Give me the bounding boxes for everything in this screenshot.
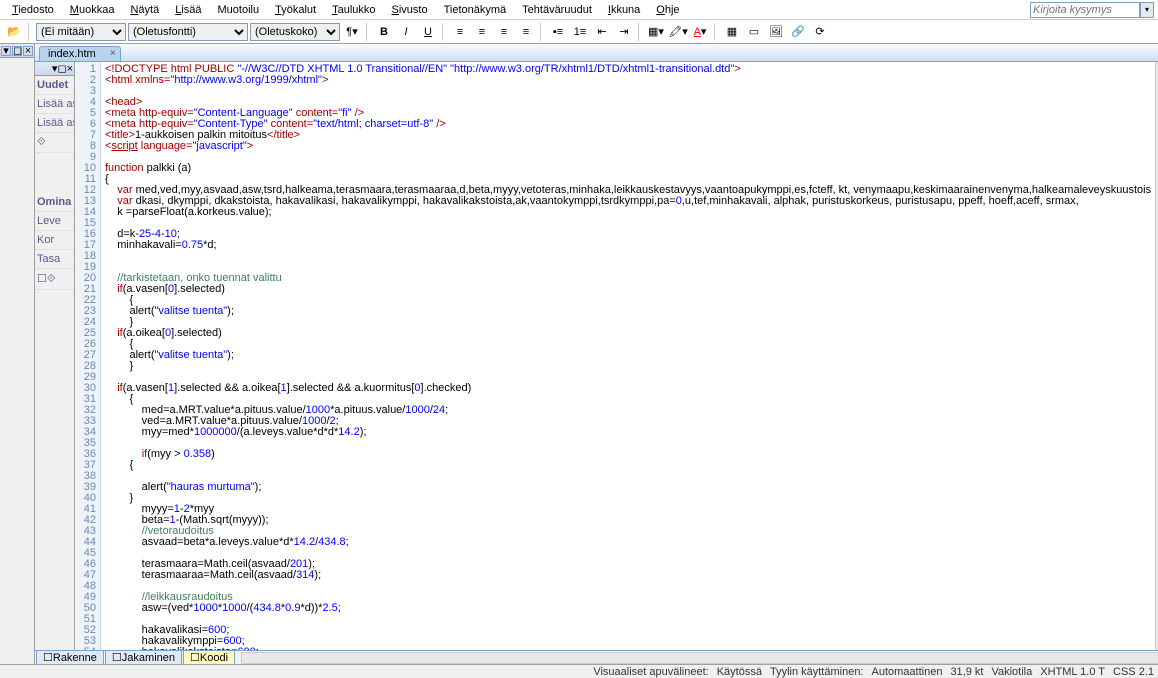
italic-icon[interactable]: I: [396, 22, 416, 42]
insert-layer-icon[interactable]: ▭: [744, 22, 764, 42]
bold-icon[interactable]: B: [374, 22, 394, 42]
borders-icon[interactable]: ▦▾: [646, 22, 666, 42]
indent-icon[interactable]: ⇥: [614, 22, 634, 42]
horizontal-scrollbar[interactable]: [241, 652, 1158, 664]
menu-tehtäväruudut[interactable]: Tehtäväruudut: [514, 2, 600, 18]
toolbox-newest-header: Uudet: [35, 76, 74, 95]
menu-tiedosto[interactable]: Tiedosto: [4, 2, 62, 18]
view-tab-split[interactable]: ☐Jakaminen: [105, 650, 182, 664]
status-css-version[interactable]: CSS 2.1: [1113, 666, 1154, 678]
align-center-icon[interactable]: ≡: [472, 22, 492, 42]
insert-table-icon[interactable]: ▦: [722, 22, 742, 42]
code-content[interactable]: <!DOCTYPE html PUBLIC "-//W3C//DTD XHTML…: [101, 62, 1155, 650]
help-search-dropdown[interactable]: ▾: [1140, 2, 1154, 18]
menu-lisää[interactable]: Lisää: [167, 2, 209, 18]
numbering-icon[interactable]: 1≡: [570, 22, 590, 42]
font-color-icon[interactable]: A▾: [690, 22, 710, 42]
highlight-icon[interactable]: 🖍▾: [668, 22, 688, 42]
align-left-icon[interactable]: ≡: [450, 22, 470, 42]
menu-taulukko[interactable]: Taulukko: [324, 2, 383, 18]
menu-muotoilu[interactable]: Muotoilu: [210, 2, 268, 18]
status-visual-aids-value[interactable]: Käytössä: [717, 666, 762, 678]
properties-header: Omina: [35, 193, 74, 212]
toolbox-panel-ctrl[interactable]: ▾◻×: [52, 62, 73, 75]
menu-bar: TiedostoMuokkaaNäytäLisääMuotoiluTyökalu…: [0, 0, 1158, 20]
status-doctype[interactable]: XHTML 1.0 T: [1040, 666, 1105, 678]
folder-list-panel: ▾ ◻ ×: [0, 44, 35, 664]
prop-width[interactable]: Leve: [35, 212, 74, 231]
status-visual-aids-label: Visuaaliset apuvälineet:: [593, 666, 708, 678]
refresh-icon[interactable]: ⟳: [810, 22, 830, 42]
menu-työkalut[interactable]: Työkalut: [267, 2, 324, 18]
document-tab-label: index.htm: [48, 48, 96, 60]
tab-close-icon[interactable]: ×: [110, 48, 116, 59]
document-tab-bar: index.htm ×: [35, 44, 1158, 62]
editor-area: index.htm × ▾◻× Uudet Lisää aseet... Lis…: [35, 44, 1158, 664]
help-search-input[interactable]: [1030, 2, 1140, 18]
menu-näytä[interactable]: Näytä: [122, 2, 167, 18]
line-gutter: 1234567891011121314151617181920212223242…: [75, 62, 101, 650]
view-tab-design[interactable]: ☐Rakenne: [36, 650, 104, 664]
bullets-icon[interactable]: ▪≡: [548, 22, 568, 42]
status-mode[interactable]: Vakiotila: [991, 666, 1032, 678]
panel-close-icon[interactable]: ×: [23, 46, 33, 56]
insert-picture-icon[interactable]: 🖼: [766, 22, 786, 42]
view-mode-tabs: ☐Rakenne ☐Jakaminen ☐Koodi: [35, 650, 1158, 664]
panel-dropdown-icon[interactable]: ▾: [1, 46, 11, 56]
align-right-icon[interactable]: ≡: [494, 22, 514, 42]
panel-pin-icon[interactable]: ◻: [12, 46, 22, 56]
align-justify-icon[interactable]: ≡: [516, 22, 536, 42]
menu-ikkuna[interactable]: Ikkuna: [600, 2, 648, 18]
status-bar: Visuaaliset apuvälineet: Käytössä Tyylin…: [0, 664, 1158, 678]
open-file-icon[interactable]: 📂: [4, 22, 24, 42]
insert-hyperlink-icon[interactable]: 🔗: [788, 22, 808, 42]
view-tab-code[interactable]: ☐Koodi: [183, 650, 235, 664]
prop-align[interactable]: Tasa: [35, 250, 74, 269]
outdent-icon[interactable]: ⇤: [592, 22, 612, 42]
toolbox-item[interactable]: Lisää aseet...: [35, 95, 74, 114]
prop-height[interactable]: Kor: [35, 231, 74, 250]
font-family-combo[interactable]: (Oletusfontti): [128, 23, 248, 41]
underline-icon[interactable]: U: [418, 22, 438, 42]
status-filesize: 31,9 kt: [950, 666, 983, 678]
formatting-toolbar: 📂 (Ei mitään) (Oletusfontti) (Oletuskoko…: [0, 20, 1158, 44]
help-search: ▾: [1030, 2, 1154, 18]
menu-sivusto[interactable]: Sivusto: [384, 2, 436, 18]
menu-ohje[interactable]: Ohje: [648, 2, 687, 18]
prop-checkbox[interactable]: ☐⟐: [35, 269, 74, 290]
document-tab[interactable]: index.htm ×: [39, 46, 121, 61]
status-style-mode-label: Tyylin käyttäminen:: [770, 666, 864, 678]
code-editor[interactable]: 1234567891011121314151617181920212223242…: [75, 62, 1155, 650]
status-style-mode-value[interactable]: Automaattinen: [872, 666, 943, 678]
style-name-combo[interactable]: (Ei mitään): [36, 23, 126, 41]
toolbox-item[interactable]: Lisää asett...: [35, 114, 74, 133]
menu-tietonäkymä[interactable]: Tietonäkymä: [436, 2, 515, 18]
toolbox-item[interactable]: ⟐: [35, 133, 74, 153]
menu-muokkaa[interactable]: Muokkaa: [62, 2, 123, 18]
font-size-combo[interactable]: (Oletuskoko): [250, 23, 340, 41]
paragraph-icon[interactable]: ¶▾: [342, 22, 362, 42]
